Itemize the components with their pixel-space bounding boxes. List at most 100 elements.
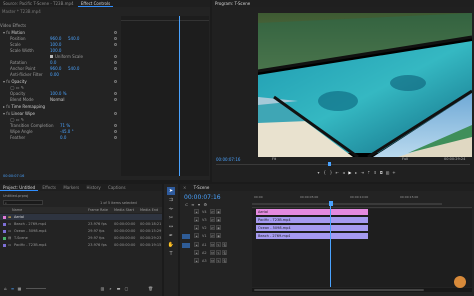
export-frame-icon[interactable]: ◘ <box>379 170 384 175</box>
solo-icon[interactable]: S <box>216 258 221 263</box>
table-row[interactable]: ▤ T-Scene 29.97 fps 00:00:00:00 00:00:29… <box>0 235 162 241</box>
lock-track-icon[interactable]: 🔒︎ <box>194 209 199 214</box>
mic-icon[interactable]: 🎙︎ <box>222 242 227 247</box>
resolution-select[interactable]: Full <box>402 157 408 161</box>
extract-icon[interactable]: ⇞ <box>373 170 378 175</box>
tab-source[interactable]: Source: Pacific T-Scene - T23B.mp4 <box>0 0 77 7</box>
snap-icon[interactable]: ⊂ <box>184 202 189 207</box>
timeline-ruler[interactable]: 00:00 00:00:05:00 00:00:10:00 00:00:15:0… <box>252 194 472 208</box>
source-patch-a1[interactable] <box>182 243 190 248</box>
step-forward-icon[interactable]: ▸ <box>354 170 359 175</box>
track-select-tool-icon[interactable]: ⇉ <box>167 196 175 204</box>
play-icon[interactable]: ▶ <box>347 170 352 175</box>
linked-selection-icon[interactable]: ∞ <box>190 202 195 207</box>
mic-icon[interactable]: 🎙︎ <box>222 258 227 263</box>
anti-flicker-value[interactable]: 0.00 <box>50 72 59 78</box>
lock-track-icon[interactable]: 🔒︎ <box>194 225 199 230</box>
lock-icon[interactable]: ⌂ <box>3 286 8 291</box>
tab-history[interactable]: History <box>84 184 104 191</box>
effect-controls-timecode[interactable]: 00:00:07:16 <box>3 174 24 178</box>
program-playhead[interactable] <box>328 162 331 166</box>
mini-playhead[interactable] <box>179 16 180 176</box>
feather-value[interactable]: 0.0 <box>60 135 66 141</box>
tab-markers[interactable]: Markers <box>60 184 82 191</box>
mute-icon[interactable]: M <box>210 258 215 263</box>
reset-icon[interactable] <box>114 61 117 64</box>
add-button-icon[interactable]: + <box>391 170 396 175</box>
close-icon[interactable]: × <box>180 184 189 191</box>
mute-icon[interactable]: M <box>210 250 215 255</box>
reset-icon[interactable] <box>114 124 117 127</box>
timeline-clip[interactable]: Aerial <box>256 209 368 215</box>
toggle-output-icon[interactable]: ◉ <box>216 209 221 214</box>
go-to-in-icon[interactable]: ⇤ <box>335 170 340 175</box>
reset-icon[interactable] <box>114 92 117 95</box>
step-back-icon[interactable]: ◂ <box>341 170 346 175</box>
selection-tool-icon[interactable]: ➤ <box>167 187 175 195</box>
find-icon[interactable]: ⌕ <box>108 286 113 291</box>
col-frame-rate[interactable]: Frame Rate <box>88 207 108 213</box>
sync-lock-icon[interactable]: ⇄ <box>210 225 215 230</box>
col-media-end[interactable]: Media End <box>140 207 158 213</box>
col-name[interactable]: Name <box>12 207 22 213</box>
marker-icon[interactable]: ▾ <box>316 170 321 175</box>
razor-tool-icon[interactable]: ✂ <box>167 214 175 222</box>
mute-icon[interactable]: M <box>210 242 215 247</box>
hand-tool-icon[interactable]: ✋ <box>167 241 175 249</box>
timeline-scrollbar[interactable] <box>252 288 472 292</box>
toggle-output-icon[interactable]: ◉ <box>216 217 221 222</box>
reset-icon[interactable] <box>114 80 117 83</box>
timeline-playhead[interactable] <box>330 206 331 287</box>
track-area[interactable]: Aerial Pacific - T23B.mp4 Ocean - 5098.m… <box>252 206 472 287</box>
new-item-icon[interactable]: ▢ <box>124 286 129 291</box>
type-tool-icon[interactable]: T <box>167 250 175 258</box>
scrollbar-thumb[interactable] <box>254 289 424 291</box>
tab-sequence[interactable]: T-Scene <box>191 184 213 191</box>
timeline-timecode[interactable]: 00:00:07:16 <box>184 194 221 201</box>
automate-to-sequence-icon[interactable]: ▥ <box>100 286 105 291</box>
blend-mode-select[interactable]: Normal <box>50 97 64 103</box>
program-timecode[interactable]: 00:00:07:16 <box>216 157 240 162</box>
source-patch-v1[interactable] <box>182 234 190 239</box>
reset-icon[interactable] <box>114 136 117 139</box>
program-scrubber[interactable] <box>216 162 470 166</box>
comparison-view-icon[interactable]: ▥ <box>385 170 390 175</box>
icon-view-icon[interactable]: ▦ <box>17 286 22 291</box>
time-remapping-row[interactable]: ▸ fx Time Remapping <box>3 104 118 110</box>
timeline-settings-icon[interactable]: ⚙ <box>203 202 208 207</box>
new-bin-icon[interactable]: ▬ <box>116 286 121 291</box>
zoom-level-select[interactable]: Fit <box>272 157 276 161</box>
table-row[interactable]: ▬ Aerial <box>0 214 162 220</box>
lock-track-icon[interactable]: 🔒︎ <box>194 250 199 255</box>
timeline-clip[interactable]: Beach - 2769.mp4 <box>256 233 368 239</box>
mic-icon[interactable]: 🎙︎ <box>222 250 227 255</box>
table-row[interactable]: ▭ Beach - 2769.mp4 23.976 fps 00:00:00:0… <box>0 221 162 227</box>
lock-track-icon[interactable]: 🔒︎ <box>194 258 199 263</box>
program-video-frame[interactable] <box>258 13 472 157</box>
add-marker-icon[interactable]: ▾ <box>197 202 202 207</box>
lock-track-icon[interactable]: 🔒︎ <box>194 217 199 222</box>
project-search-input[interactable]: ⌕ <box>3 200 43 205</box>
tab-effect-controls[interactable]: Effect Controls <box>77 0 114 7</box>
lift-icon[interactable]: ⇡ <box>366 170 371 175</box>
toggle-output-icon[interactable]: ◉ <box>216 225 221 230</box>
zoom-slider[interactable] <box>26 288 46 289</box>
col-media-start[interactable]: Media Start <box>114 207 134 213</box>
go-to-out-icon[interactable]: ⇥ <box>360 170 365 175</box>
out-point-icon[interactable]: } <box>329 170 334 175</box>
tab-program[interactable]: Program: T-Scene <box>212 0 253 7</box>
tab-project[interactable]: Project: Untitled <box>0 184 39 191</box>
table-row[interactable]: ▭ Pacific - T23B.mp4 23.976 fps 00:00:00… <box>0 242 162 248</box>
reset-icon[interactable] <box>114 112 117 115</box>
reset-icon[interactable] <box>114 31 117 34</box>
sync-lock-icon[interactable]: ⇄ <box>210 209 215 214</box>
ripple-edit-tool-icon[interactable]: ⟛ <box>167 205 175 213</box>
timeline-clip[interactable]: Pacific - T23B.mp4 <box>256 217 368 223</box>
reset-icon[interactable] <box>114 98 117 101</box>
tab-effects[interactable]: Effects <box>39 184 59 191</box>
sync-lock-icon[interactable]: ⇄ <box>210 233 215 238</box>
pen-tool-icon[interactable]: ✒ <box>167 232 175 240</box>
list-view-icon[interactable]: ≡ <box>10 286 15 291</box>
timeline-clip[interactable]: Ocean - 5098.mp4 <box>256 225 368 231</box>
solo-icon[interactable]: S <box>216 242 221 247</box>
